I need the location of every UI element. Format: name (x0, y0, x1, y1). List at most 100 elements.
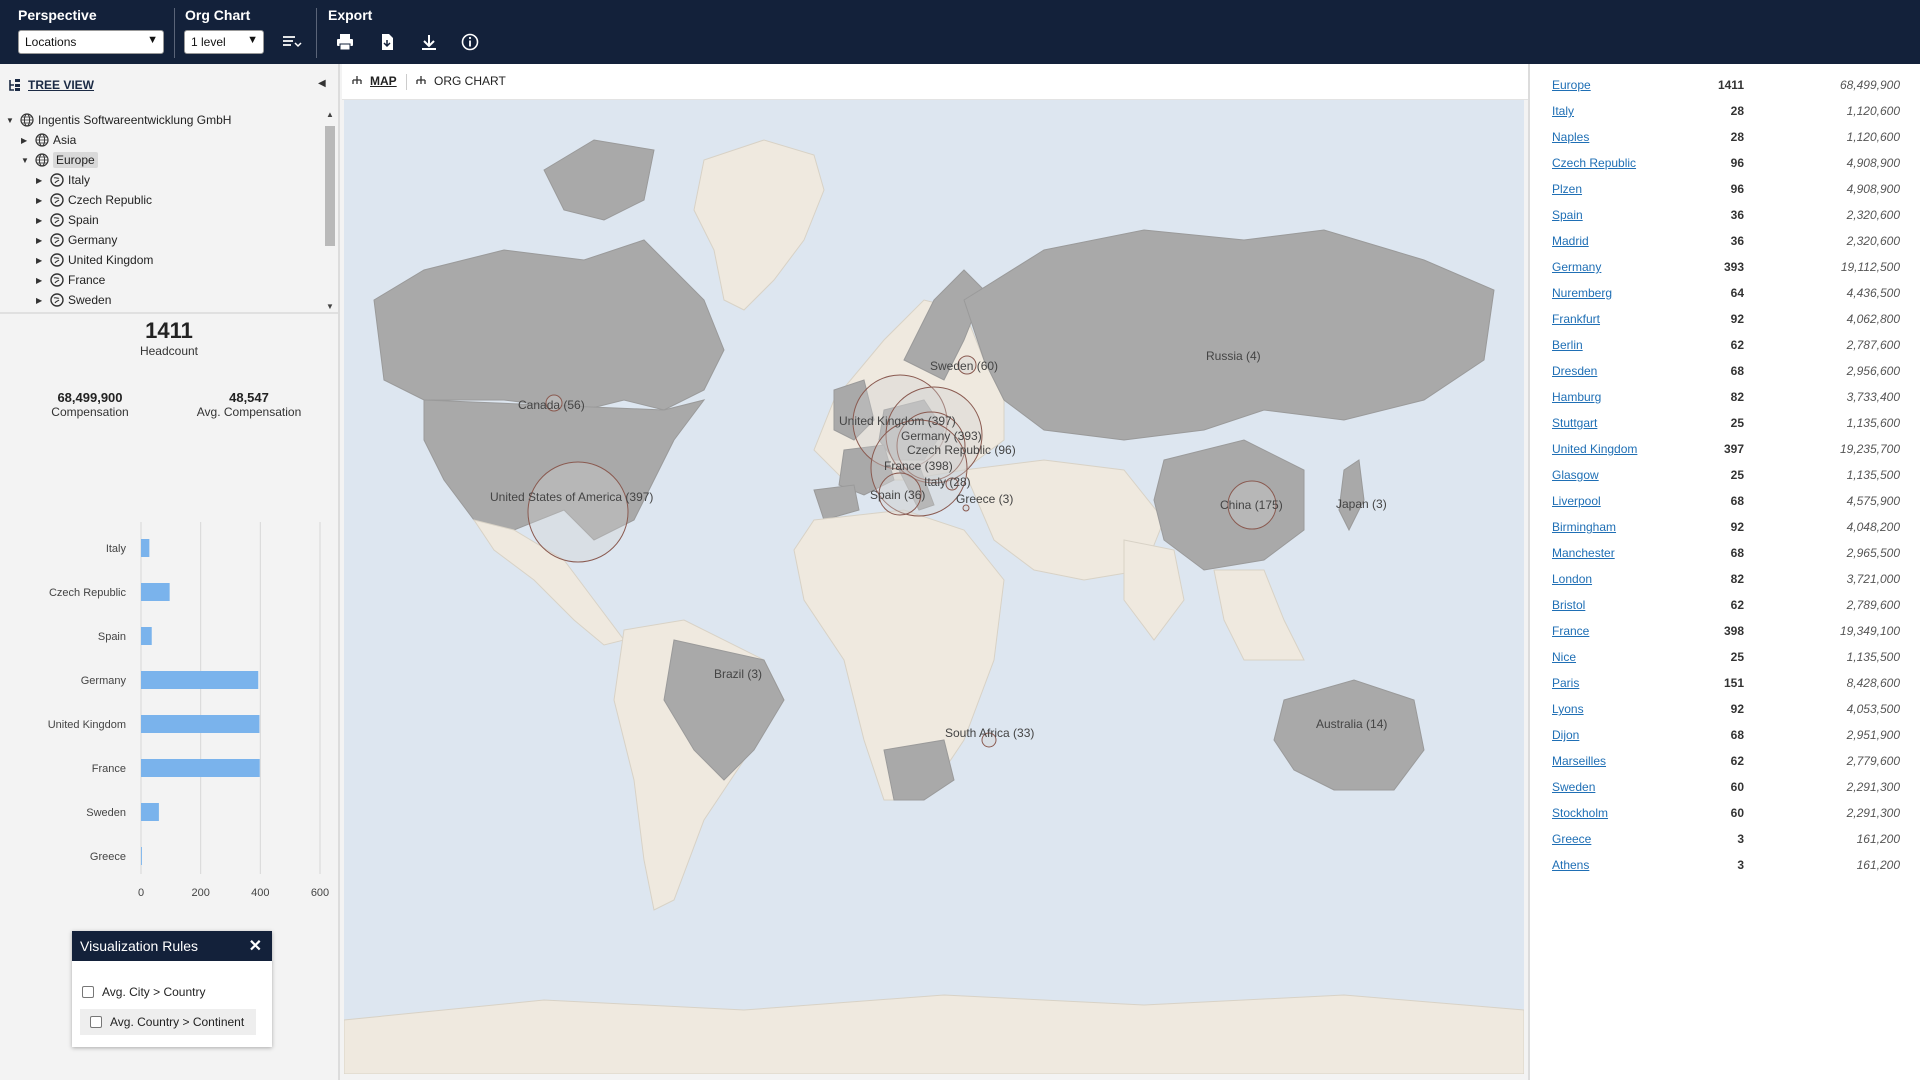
location-link[interactable]: Athens (1552, 858, 1589, 872)
perspective-select[interactable]: Locations ▼ (18, 30, 164, 54)
tree-item[interactable]: ▶ Germany (36, 230, 117, 250)
scroll-thumb[interactable] (325, 126, 335, 246)
expand-arrow-icon[interactable]: ▶ (36, 196, 46, 205)
location-link[interactable]: Liverpool (1552, 494, 1601, 508)
list-item[interactable]: Naples 28 1,120,600 (1530, 124, 1920, 150)
location-link[interactable]: Paris (1552, 676, 1579, 690)
list-item[interactable]: Athens 3 161,200 (1530, 852, 1920, 878)
location-link[interactable]: Italy (1552, 104, 1574, 118)
location-link[interactable]: Greece (1552, 832, 1591, 846)
expand-arrow-icon[interactable]: ▶ (36, 216, 46, 225)
expand-arrow-icon[interactable]: ▶ (21, 136, 31, 145)
collapse-arrow-icon[interactable]: ▼ (6, 116, 16, 125)
expand-arrow-icon[interactable]: ▶ (36, 296, 46, 305)
list-item[interactable]: Greece 3 161,200 (1530, 826, 1920, 852)
collapse-panel-icon[interactable]: ◀ (318, 78, 326, 89)
location-link[interactable]: Frankfurt (1552, 312, 1600, 326)
list-item[interactable]: Germany 393 19,112,500 (1530, 254, 1920, 280)
download-icon[interactable] (418, 32, 440, 52)
location-link[interactable]: Germany (1552, 260, 1601, 274)
list-item[interactable]: Nice 25 1,135,500 (1530, 644, 1920, 670)
location-link[interactable]: Sweden (1552, 780, 1595, 794)
list-item[interactable]: Frankfurt 92 4,062,800 (1530, 306, 1920, 332)
tree-item[interactable]: ▶ Asia (21, 130, 76, 150)
list-item[interactable]: Plzen 96 4,908,900 (1530, 176, 1920, 202)
location-link[interactable]: Bristol (1552, 598, 1585, 612)
world-map[interactable]: Canada (56) United States of America (39… (344, 100, 1524, 1074)
location-link[interactable]: Berlin (1552, 338, 1583, 352)
list-item[interactable]: Stuttgart 25 1,135,600 (1530, 410, 1920, 436)
list-item[interactable]: Madrid 36 2,320,600 (1530, 228, 1920, 254)
location-link[interactable]: Nice (1552, 650, 1576, 664)
location-link[interactable]: Stuttgart (1552, 416, 1597, 430)
tab-map[interactable]: MAP (350, 74, 397, 88)
tree-item[interactable]: ▶ France (36, 270, 105, 290)
list-item[interactable]: Dresden 68 2,956,600 (1530, 358, 1920, 384)
location-link[interactable]: Dresden (1552, 364, 1597, 378)
list-item[interactable]: Hamburg 82 3,733,400 (1530, 384, 1920, 410)
scroll-down-icon[interactable]: ▼ (326, 302, 334, 311)
location-link[interactable]: Madrid (1552, 234, 1589, 248)
expand-arrow-icon[interactable]: ▶ (36, 236, 46, 245)
bar[interactable] (141, 847, 142, 865)
level-select[interactable]: 1 level ▼ (184, 30, 264, 54)
tree-item[interactable]: ▶ United Kingdom (36, 250, 153, 270)
bar[interactable] (141, 803, 159, 821)
bar[interactable] (141, 627, 152, 645)
bar[interactable] (141, 583, 170, 601)
tree-item[interactable]: ▶ Italy (36, 170, 90, 190)
bar[interactable] (141, 759, 260, 777)
checkbox[interactable] (82, 986, 94, 998)
collapse-arrow-icon[interactable]: ▼ (21, 156, 31, 165)
list-item[interactable]: London 82 3,721,000 (1530, 566, 1920, 592)
list-item[interactable]: Dijon 68 2,951,900 (1530, 722, 1920, 748)
bar[interactable] (141, 539, 150, 557)
location-link[interactable]: Stockholm (1552, 806, 1608, 820)
tree-item[interactable]: ▼ Europe (21, 150, 98, 170)
location-link[interactable]: Naples (1552, 130, 1589, 144)
location-link[interactable]: Czech Republic (1552, 156, 1636, 170)
print-icon[interactable] (334, 32, 356, 52)
list-item[interactable]: Bristol 62 2,789,600 (1530, 592, 1920, 618)
tree-scrollbar[interactable]: ▲ ▼ (324, 108, 336, 314)
list-item[interactable]: Manchester 68 2,965,500 (1530, 540, 1920, 566)
location-link[interactable]: Marseilles (1552, 754, 1606, 768)
tree-item[interactable]: ▶ Czech Republic (36, 190, 152, 210)
location-link[interactable]: Dijon (1552, 728, 1579, 742)
list-item[interactable]: Liverpool 68 4,575,900 (1530, 488, 1920, 514)
location-link[interactable]: Plzen (1552, 182, 1582, 196)
location-link[interactable]: Nuremberg (1552, 286, 1612, 300)
location-link[interactable]: Hamburg (1552, 390, 1601, 404)
expand-arrow-icon[interactable]: ▶ (36, 276, 46, 285)
list-item[interactable]: Nuremberg 64 4,436,500 (1530, 280, 1920, 306)
list-item[interactable]: Lyons 92 4,053,500 (1530, 696, 1920, 722)
tree-item[interactable]: ▶ Spain (36, 210, 99, 230)
tree-item[interactable]: ▶ Sweden (36, 290, 111, 310)
list-item[interactable]: Sweden 60 2,291,300 (1530, 774, 1920, 800)
location-link[interactable]: London (1552, 572, 1592, 586)
expand-arrow-icon[interactable]: ▶ (36, 256, 46, 265)
list-item[interactable]: Stockholm 60 2,291,300 (1530, 800, 1920, 826)
info-icon[interactable] (459, 32, 481, 52)
list-item[interactable]: United Kingdom 397 19,235,700 (1530, 436, 1920, 462)
list-item[interactable]: Marseilles 62 2,779,600 (1530, 748, 1920, 774)
bar[interactable] (141, 671, 259, 689)
export-file-icon[interactable] (376, 32, 398, 52)
list-item[interactable]: Paris 151 8,428,600 (1530, 670, 1920, 696)
list-item[interactable]: Italy 28 1,120,600 (1530, 98, 1920, 124)
rule-option-country-continent[interactable]: Avg. Country > Continent (80, 1009, 257, 1035)
location-link[interactable]: Spain (1552, 208, 1583, 222)
filter-list-icon[interactable] (280, 32, 302, 52)
list-item[interactable]: Berlin 62 2,787,600 (1530, 332, 1920, 358)
location-link[interactable]: Birmingham (1552, 520, 1616, 534)
location-link[interactable]: Europe (1552, 78, 1591, 92)
tree-item[interactable]: ▼ Ingentis Softwareentwicklung GmbH (6, 110, 231, 130)
location-link[interactable]: Manchester (1552, 546, 1615, 560)
tab-org-chart[interactable]: ORG CHART (414, 74, 506, 88)
list-item[interactable]: France 398 19,349,100 (1530, 618, 1920, 644)
list-item[interactable]: Spain 36 2,320,600 (1530, 202, 1920, 228)
expand-arrow-icon[interactable]: ▶ (36, 176, 46, 185)
location-link[interactable]: Lyons (1552, 702, 1584, 716)
location-link[interactable]: United Kingdom (1552, 442, 1637, 456)
rule-option-city-country[interactable]: Avg. City > Country (82, 985, 206, 999)
